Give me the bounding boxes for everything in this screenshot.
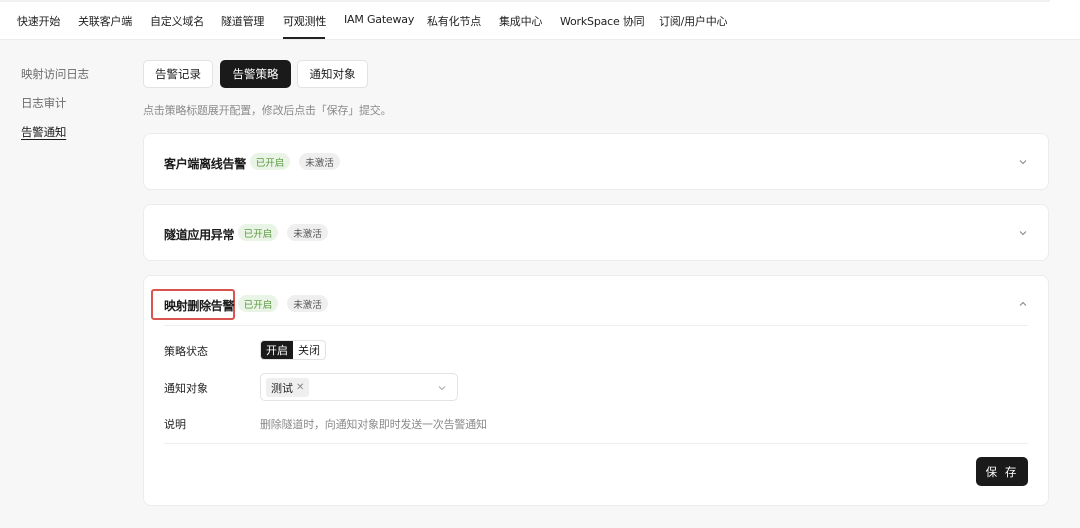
nav-item-observability[interactable]: 可观测性 (283, 13, 326, 29)
tab-notify-targets[interactable]: 通知对象 (297, 60, 368, 88)
policy-card-client-offline[interactable]: 客户端离线告警 已开启 未激活 (143, 133, 1049, 190)
nav-item-iam-gateway[interactable]: IAM Gateway (344, 13, 414, 26)
status-on-option[interactable]: 开启 (261, 341, 293, 359)
sidebar-item-access-logs[interactable]: 映射访问日志 (21, 66, 89, 82)
inactive-badge: 未激活 (299, 153, 340, 170)
nav-item-integrations[interactable]: 集成中心 (499, 13, 542, 29)
chevron-down-icon[interactable] (437, 383, 447, 393)
enabled-badge: 已开启 (238, 224, 278, 241)
top-nav: 快速开始 关联客户端 自定义域名 隧道管理 可观测性 IAM Gateway 私… (0, 0, 1080, 40)
nav-item-custom-domain[interactable]: 自定义域名 (150, 13, 204, 29)
nav-item-workspace[interactable]: WorkSpace 协同 (560, 13, 645, 29)
status-toggle[interactable]: 开启 关闭 (260, 340, 326, 360)
sidebar-item-alerts[interactable]: 告警通知 (21, 124, 66, 140)
target-tag: 测试 ✕ (266, 378, 310, 397)
tab-alert-records[interactable]: 告警记录 (143, 60, 213, 88)
inactive-badge: 未激活 (287, 295, 328, 312)
nav-item-private-nodes[interactable]: 私有化节点 (427, 13, 481, 29)
chevron-down-icon[interactable] (1018, 157, 1028, 167)
chevron-down-icon[interactable] (1018, 228, 1028, 238)
policy-title: 隧道应用异常 (164, 228, 235, 242)
nav-item-quick-start[interactable]: 快速开始 (17, 13, 60, 29)
policy-card-mapping-delete[interactable]: 映射删除告警 已开启 未激活 策略状态 开启 关闭 通知对象 测试 ✕ 说明 删… (143, 275, 1049, 506)
desc-label: 说明 (164, 418, 186, 431)
nav-item-clients[interactable]: 关联客户端 (78, 13, 132, 29)
enabled-badge: 已开启 (250, 153, 290, 170)
policy-title: 客户端离线告警 (164, 157, 246, 171)
target-label: 通知对象 (164, 382, 208, 395)
target-tag-label: 测试 (271, 381, 293, 395)
inactive-badge: 未激活 (287, 224, 328, 241)
status-off-option[interactable]: 关闭 (293, 341, 325, 359)
policy-title: 映射删除告警 (164, 299, 235, 313)
top-hairline (0, 0, 1050, 2)
tab-alert-policies[interactable]: 告警策略 (220, 60, 291, 88)
policy-card-tunnel-error[interactable]: 隧道应用异常 已开启 未激活 (143, 204, 1049, 261)
sidebar-item-audit-logs[interactable]: 日志审计 (21, 95, 66, 111)
divider (164, 325, 1028, 326)
enabled-badge: 已开启 (238, 295, 278, 312)
nav-item-subscription[interactable]: 订阅/用户中心 (659, 13, 728, 29)
nav-active-indicator (283, 37, 325, 39)
desc-value: 删除隧道时，向通知对象即时发送一次告警通知 (260, 418, 487, 431)
hint-text: 点击策略标题展开配置，修改后点击「保存」提交。 (143, 104, 392, 117)
notify-target-select[interactable]: 测试 ✕ (260, 373, 458, 401)
divider (164, 443, 1028, 444)
nav-item-tunnels[interactable]: 隧道管理 (221, 13, 264, 29)
remove-tag-icon[interactable]: ✕ (296, 382, 304, 393)
save-button[interactable]: 保 存 (976, 457, 1028, 486)
chevron-up-icon[interactable] (1018, 299, 1028, 309)
status-label: 策略状态 (164, 345, 208, 358)
